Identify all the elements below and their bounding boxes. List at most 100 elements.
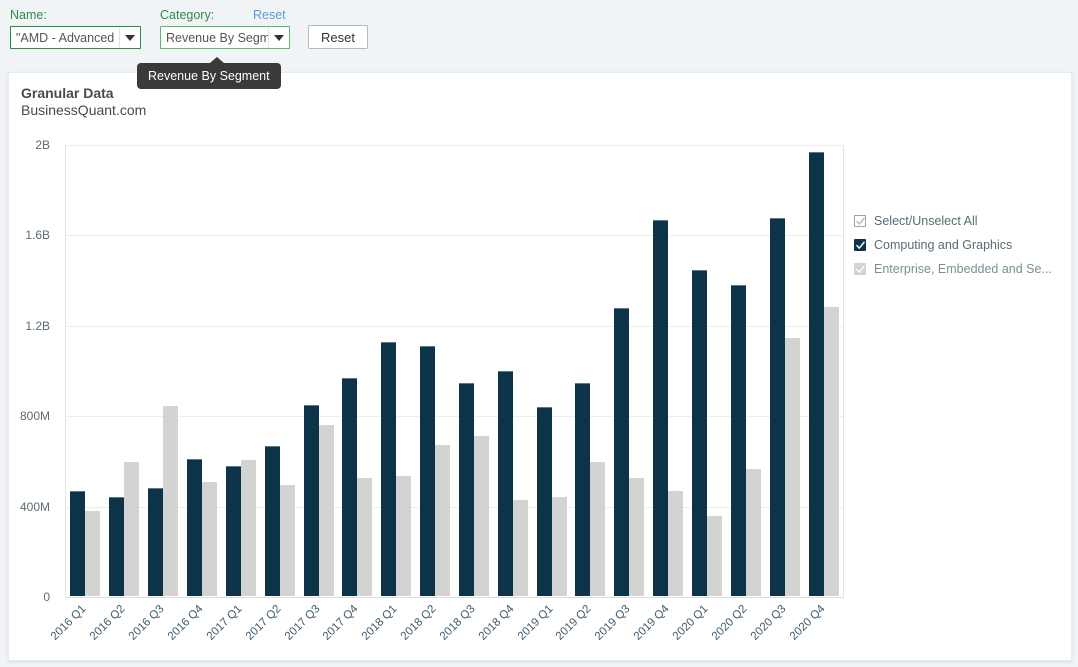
bar[interactable] [575,382,591,596]
bar[interactable] [225,466,241,596]
page-title: Granular Data BusinessQuant.com [21,85,146,119]
bar[interactable] [653,219,669,596]
bar[interactable] [629,478,645,596]
bar[interactable] [163,406,179,596]
bar[interactable] [186,459,202,596]
bar[interactable] [303,405,319,596]
bar[interactable] [497,371,513,596]
y-axis-tick-label: 1.6B [25,228,50,243]
bar-group[interactable] [458,144,489,596]
bar[interactable] [823,306,839,596]
name-dropdown[interactable]: "AMD - Advanced [10,26,141,49]
bar[interactable] [109,496,125,596]
bar-group[interactable] [497,144,528,596]
bar[interactable] [808,152,824,596]
checkbox-icon[interactable] [854,215,866,227]
bar[interactable] [614,307,630,596]
bar[interactable] [264,445,280,596]
bar[interactable] [551,496,567,596]
bar-group[interactable] [186,144,217,596]
bar[interactable] [458,382,474,596]
legend-item-label: Select/Unselect All [874,214,978,228]
legend-item[interactable]: Computing and Graphics [854,233,1069,257]
x-axis-tick-label: 2018 Q1 [360,603,400,643]
chevron-down-icon[interactable] [119,27,140,48]
bar-group[interactable] [614,144,645,596]
bar[interactable] [536,407,552,596]
bar[interactable] [435,444,451,596]
bar[interactable] [730,285,746,596]
bar-group[interactable] [420,144,451,596]
bar[interactable] [279,485,295,596]
x-axis-tick-label: 2016 Q1 [49,603,89,643]
bar[interactable] [124,461,140,596]
bar[interactable] [342,378,358,596]
bar[interactable] [420,346,436,596]
bar-group[interactable] [692,144,723,596]
bar[interactable] [692,269,708,596]
bar[interactable] [70,491,86,596]
filter-controls-bar: Name: "AMD - Advanced Category: Reset Re… [0,0,1078,60]
bar[interactable] [512,499,528,596]
bar[interactable] [769,217,785,596]
bar-group[interactable] [264,144,295,596]
plot-area [65,145,844,598]
bar-group[interactable] [536,144,567,596]
gridline [66,597,843,598]
x-axis-tick-label: 2017 Q4 [321,603,361,643]
chevron-down-icon[interactable] [268,27,289,48]
bar[interactable] [240,460,256,596]
bar[interactable] [357,478,373,596]
bar[interactable] [318,425,334,596]
category-tooltip: Revenue By Segment [137,57,281,89]
panel-title-line1: Granular Data [21,85,114,101]
x-axis-tick-label: 2017 Q1 [204,603,245,643]
bar[interactable] [668,490,684,596]
bar-group[interactable] [70,144,101,596]
x-axis-tick-label: 2019 Q1 [515,603,556,643]
bar-group[interactable] [225,144,256,596]
x-axis-tick-label: 2018 Q2 [398,603,439,643]
chart-panel: Granular Data BusinessQuant.com 0 400M 800… [8,72,1072,661]
bar[interactable] [707,515,723,596]
bar-group[interactable] [769,144,800,596]
legend-item-label: Computing and Graphics [874,238,1013,252]
checkbox-icon[interactable] [854,263,866,275]
bar[interactable] [396,476,412,596]
x-axis-tick-label: 2020 Q2 [709,603,750,643]
bar[interactable] [148,488,164,596]
bar[interactable] [590,461,606,596]
legend-item-label: Enterprise, Embedded and Se... [874,262,1052,276]
x-axis-tick-label: 2016 Q2 [88,603,128,643]
reset-button[interactable]: Reset [308,25,368,49]
name-filter-label: Name: [10,8,47,22]
x-axis-tick-label: 2018 Q3 [437,603,478,643]
bar-group[interactable] [148,144,179,596]
x-axis-tick-label: 2017 Q3 [282,603,323,643]
bar-group[interactable] [303,144,334,596]
legend-item[interactable]: Select/Unselect All [854,209,1069,233]
bar-group[interactable] [109,144,140,596]
bar[interactable] [473,435,489,596]
panel-title-line2: BusinessQuant.com [21,102,147,118]
bar[interactable] [784,338,800,596]
bar-group[interactable] [381,144,412,596]
category-dropdown-value: Revenue By Segm [166,30,268,45]
bar-group[interactable] [653,144,684,596]
category-reset-link[interactable]: Reset [253,8,286,22]
bar[interactable] [381,341,397,596]
bar-group[interactable] [730,144,761,596]
bar[interactable] [745,469,761,596]
x-axis-tick-label: 2019 Q3 [593,603,633,643]
bar-group[interactable] [342,144,373,596]
bar-group[interactable] [808,144,839,596]
bar-group[interactable] [575,144,606,596]
x-axis-tick-label: 2017 Q2 [243,603,284,643]
legend-item[interactable]: Enterprise, Embedded and Se... [854,257,1069,281]
bar[interactable] [85,510,101,596]
checkbox-icon[interactable] [854,239,866,251]
bar-series-container [66,144,843,596]
bar-chart: 0 400M 800M 1.2B 1.6B 2B 2016 Q1 2016 Q2 2016 Q… [20,138,845,643]
bar[interactable] [201,481,217,596]
category-dropdown[interactable]: Revenue By Segm [160,26,290,49]
